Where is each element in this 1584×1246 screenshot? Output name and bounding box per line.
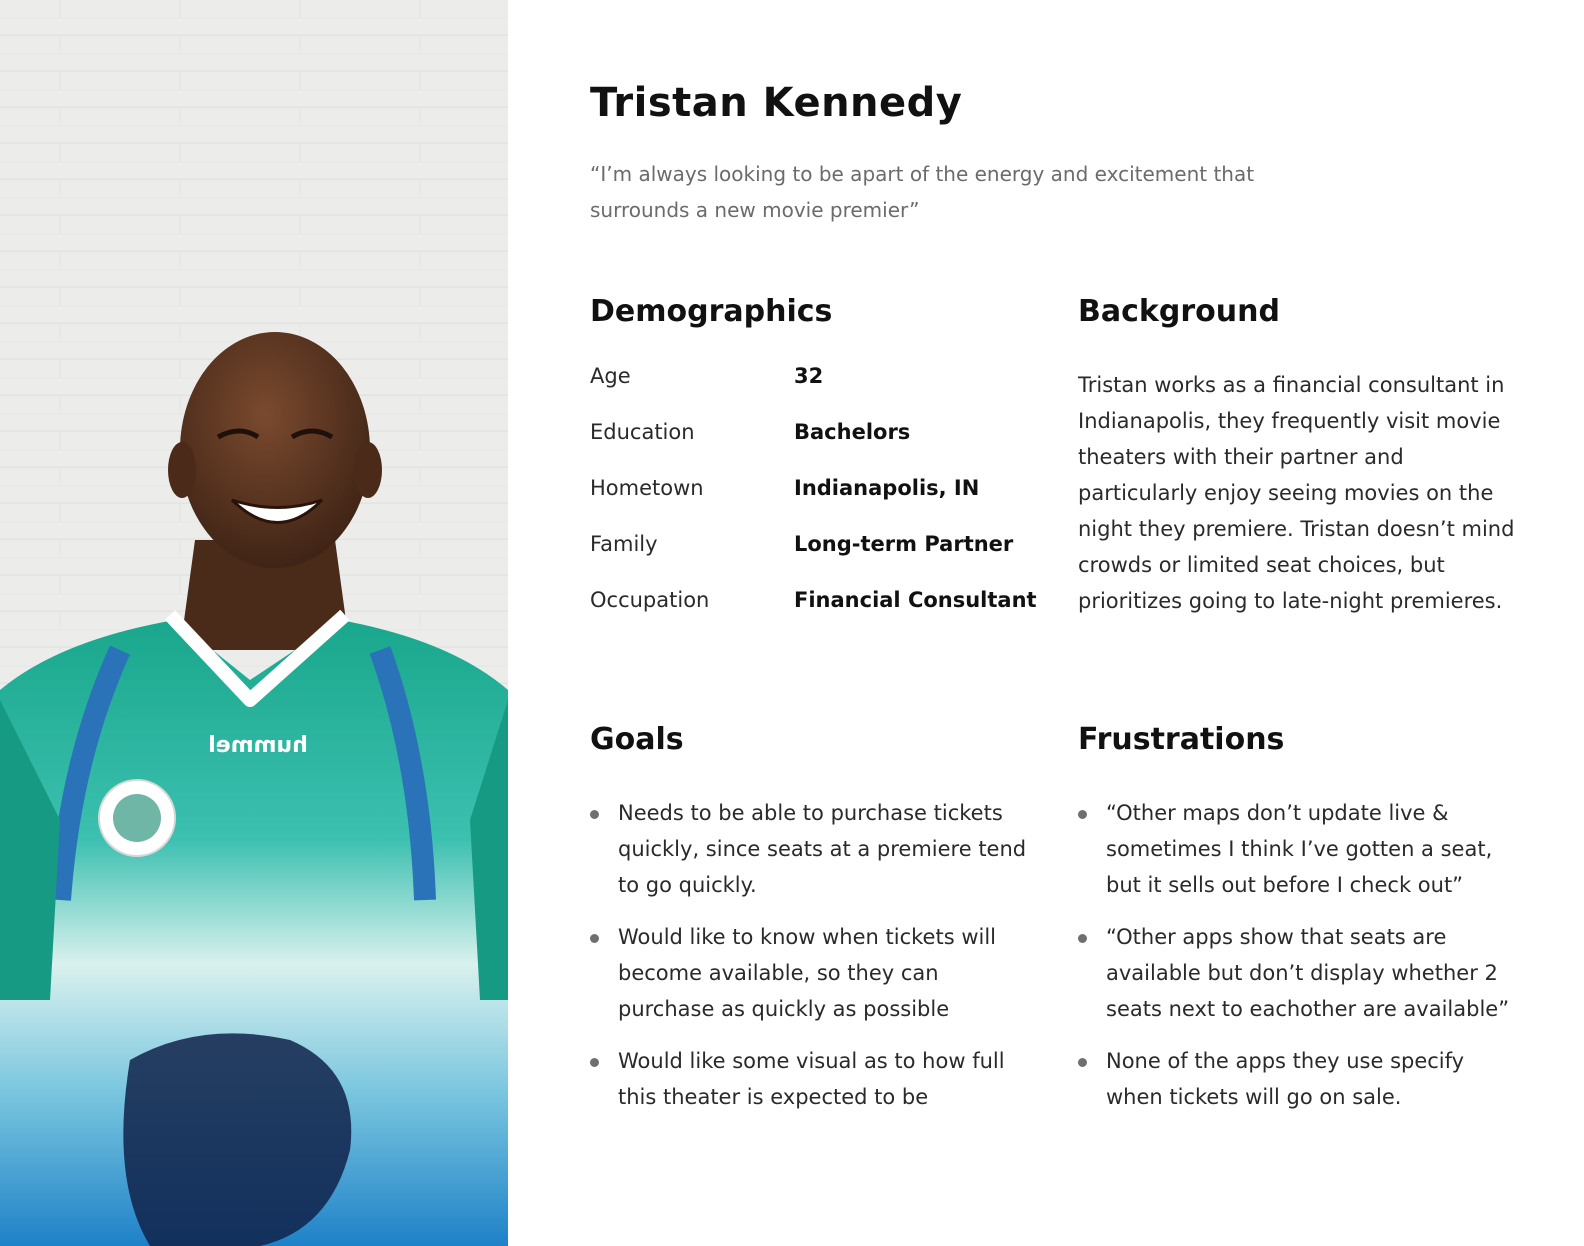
frustration-item: “Other maps don’t update live & sometime… xyxy=(1078,795,1518,903)
demographics-label: Age xyxy=(590,364,631,388)
goal-text: Needs to be able to purchase tickets qui… xyxy=(618,801,1027,897)
demographics-label: Occupation xyxy=(590,588,710,612)
bullet-icon xyxy=(1078,1058,1087,1067)
demographics-row-family: Family Long-term Partner xyxy=(590,532,1050,566)
background-text: Tristan works as a financial consultant … xyxy=(1078,373,1515,613)
right-ear xyxy=(354,442,382,498)
jersey-brand: hummel xyxy=(208,733,308,758)
bullet-icon xyxy=(590,1058,599,1067)
bullet-icon xyxy=(590,934,599,943)
jersey-animal-graphic xyxy=(123,1033,352,1246)
frustration-text: “Other maps don’t update live & sometime… xyxy=(1106,801,1493,897)
demographics-label: Education xyxy=(590,420,695,444)
persona-page: hummel Tristan Kennedy “I’m always looki… xyxy=(0,0,1584,1246)
demographics-row-education: Education Bachelors xyxy=(590,420,1050,454)
frustration-item: “Other apps show that seats are availabl… xyxy=(1078,919,1518,1027)
goals-list: Needs to be able to purchase tickets qui… xyxy=(590,795,1030,1131)
demographics-row-occupation: Occupation Financial Consultant xyxy=(590,588,1050,622)
demographics-value: Indianapolis, IN xyxy=(794,476,980,500)
head xyxy=(180,332,370,568)
persona-quote: “I’m always looking to be apart of the e… xyxy=(590,162,1255,222)
demographics-value: Long-term Partner xyxy=(794,532,1014,556)
bullet-icon xyxy=(590,810,599,819)
goal-text: Would like to know when tickets will bec… xyxy=(618,925,996,1021)
goal-item: Would like to know when tickets will bec… xyxy=(590,919,1030,1027)
frustrations-list: “Other maps don’t update live & sometime… xyxy=(1078,795,1518,1131)
goal-item: Would like some visual as to how full th… xyxy=(590,1043,1030,1115)
frustration-text: “Other apps show that seats are availabl… xyxy=(1106,925,1510,1021)
demographics-label: Hometown xyxy=(590,476,704,500)
demographics-title: Demographics xyxy=(590,294,833,329)
demographics-value: Financial Consultant xyxy=(794,588,1037,612)
demographics-row-age: Age 32 xyxy=(590,364,1050,398)
goal-item: Needs to be able to purchase tickets qui… xyxy=(590,795,1030,903)
bullet-icon xyxy=(1078,810,1087,819)
background-title: Background xyxy=(1078,294,1280,329)
demographics-value: 32 xyxy=(794,364,824,388)
demographics-label: Family xyxy=(590,532,658,556)
frustrations-title: Frustrations xyxy=(1078,722,1285,757)
demographics-value: Bachelors xyxy=(794,420,911,444)
frustration-item: None of the apps they use specify when t… xyxy=(1078,1043,1518,1115)
bullet-icon xyxy=(1078,934,1087,943)
persona-photo: hummel xyxy=(0,0,508,1246)
demographics-row-hometown: Hometown Indianapolis, IN xyxy=(590,476,1050,510)
goal-text: Would like some visual as to how full th… xyxy=(618,1049,1005,1109)
goals-title: Goals xyxy=(590,722,684,757)
left-ear xyxy=(168,442,196,498)
persona-name: Tristan Kennedy xyxy=(590,80,963,126)
frustration-text: None of the apps they use specify when t… xyxy=(1106,1049,1465,1109)
